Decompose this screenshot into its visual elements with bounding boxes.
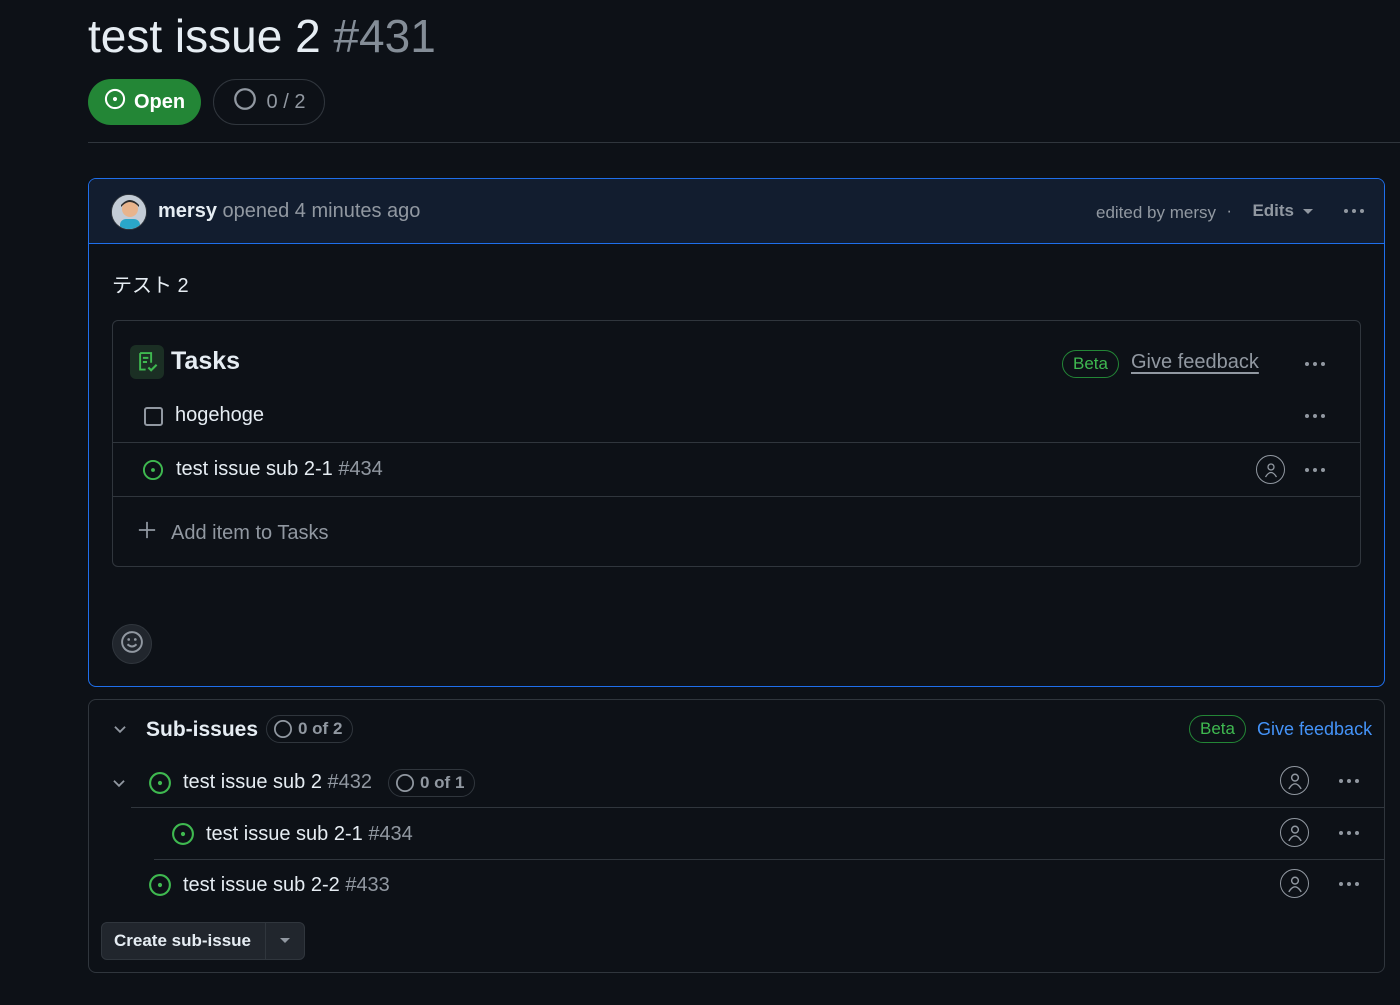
assignee-placeholder-icon[interactable] <box>1280 766 1309 795</box>
sub-issue-menu-button[interactable] <box>1339 831 1359 835</box>
sub-issue-title: test issue sub 2 <box>183 771 322 793</box>
progress-ring-icon <box>233 87 257 117</box>
assignee-placeholder-icon[interactable] <box>1280 869 1309 898</box>
edits-label: Edits <box>1252 201 1294 220</box>
task-checkbox[interactable] <box>144 407 163 426</box>
issue-state-badge: Open <box>88 79 201 125</box>
sub-issues-give-feedback-link[interactable]: Give feedback <box>1257 719 1372 740</box>
issue-state-label: Open <box>133 90 186 113</box>
issue-opened-icon <box>142 459 164 486</box>
issue-opened-icon <box>104 88 126 116</box>
comment-author-line: mersy opened 4 minutes ago <box>158 200 420 223</box>
issue-number: #431 <box>333 10 436 62</box>
task-issue-menu-button[interactable] <box>1305 468 1325 472</box>
author-avatar[interactable] <box>111 194 147 230</box>
issue-progress-badge[interactable]: 0 / 2 <box>213 79 325 125</box>
chevron-down-icon[interactable] <box>111 720 129 743</box>
sub-issue-counter-text: 0 of 1 <box>420 773 465 792</box>
issue-progress-text: 0 / 2 <box>266 90 306 113</box>
create-sub-issue-group: Create sub-issue <box>101 922 305 960</box>
sub-issues-title: Sub-issues <box>146 718 259 741</box>
add-item-label: Add item to Tasks <box>171 521 329 544</box>
task-row-divider <box>113 442 1360 443</box>
triangle-down-icon <box>279 932 291 950</box>
issue-opened-icon <box>148 873 172 902</box>
sub-issue-counter: 0 of 1 <box>388 769 476 797</box>
edits-dropdown[interactable]: Edits <box>1252 201 1314 221</box>
issue-title-text: test issue 2 <box>88 10 321 62</box>
tasks-beta-badge: Beta <box>1062 350 1119 378</box>
edited-by-text: edited by mersy <box>1096 203 1216 222</box>
task-item-title[interactable]: hogehoge <box>175 404 264 427</box>
create-sub-issue-button[interactable]: Create sub-issue <box>102 923 266 959</box>
chevron-down-icon[interactable] <box>110 774 128 797</box>
add-reaction-button[interactable] <box>112 624 152 664</box>
task-issue-link[interactable]: test issue sub 2-1 #434 <box>176 458 383 481</box>
comment-header: mersy opened 4 minutes ago edited by mer… <box>89 179 1384 244</box>
issue-title: test issue 2 #431 <box>88 8 436 64</box>
sub-issue-number: #432 <box>327 771 373 793</box>
task-issue-title: test issue sub 2-1 <box>176 458 333 480</box>
smiley-icon <box>120 630 144 659</box>
sub-issues-counter-text: 0 of 2 <box>298 719 343 738</box>
issue-opened-icon <box>171 822 195 851</box>
tasks-title: Tasks <box>171 347 241 375</box>
header-separator: · <box>1226 201 1232 220</box>
plus-icon <box>137 520 157 546</box>
assignee-placeholder-icon[interactable] <box>1280 818 1309 847</box>
add-item-button[interactable]: Add item to Tasks <box>137 520 328 546</box>
sub-issues-panel: Sub-issues 0 of 2 Beta Give feedback tes… <box>88 699 1385 973</box>
comment-body-text: テスト 2 <box>112 275 189 297</box>
issue-body-comment: mersy opened 4 minutes ago edited by mer… <box>88 178 1385 687</box>
sub-issue-link[interactable]: test issue sub 2 #432 <box>183 771 372 794</box>
sub-issue-number: #433 <box>345 874 390 896</box>
sub-issue-link[interactable]: test issue sub 2-2 #433 <box>183 874 390 897</box>
header-divider <box>88 142 1400 143</box>
tasks-tracklist: Tasks Beta Give feedback hogehoge test i… <box>112 320 1361 567</box>
sub-row-divider <box>131 807 1385 808</box>
sub-issue-number: #434 <box>368 823 413 845</box>
tasklist-icon <box>130 345 164 379</box>
task-row-divider <box>113 496 1360 497</box>
sub-issue-menu-button[interactable] <box>1339 779 1359 783</box>
issue-opened-icon <box>148 771 172 800</box>
sub-issue-menu-button[interactable] <box>1339 882 1359 886</box>
sub-issue-link[interactable]: test issue sub 2-1 #434 <box>206 823 413 846</box>
sub-issues-counter: 0 of 2 <box>266 715 354 743</box>
assignee-placeholder-icon[interactable] <box>1256 455 1285 484</box>
author-name-link[interactable]: mersy <box>158 200 217 222</box>
sub-row-divider <box>154 859 1385 860</box>
create-sub-issue-dropdown[interactable] <box>266 923 304 959</box>
tasks-give-feedback-link[interactable]: Give feedback <box>1131 351 1259 374</box>
sub-issue-title: test issue sub 2-2 <box>183 874 340 896</box>
triangle-down-icon <box>1302 201 1314 221</box>
sub-issues-beta-badge: Beta <box>1189 715 1246 743</box>
tasks-menu-button[interactable] <box>1305 362 1325 366</box>
task-item-menu-button[interactable] <box>1305 414 1325 418</box>
sub-issue-title: test issue sub 2-1 <box>206 823 363 845</box>
comment-action: opened 4 minutes ago <box>222 200 421 222</box>
comment-menu-button[interactable] <box>1344 209 1364 213</box>
task-issue-number: #434 <box>338 458 383 480</box>
